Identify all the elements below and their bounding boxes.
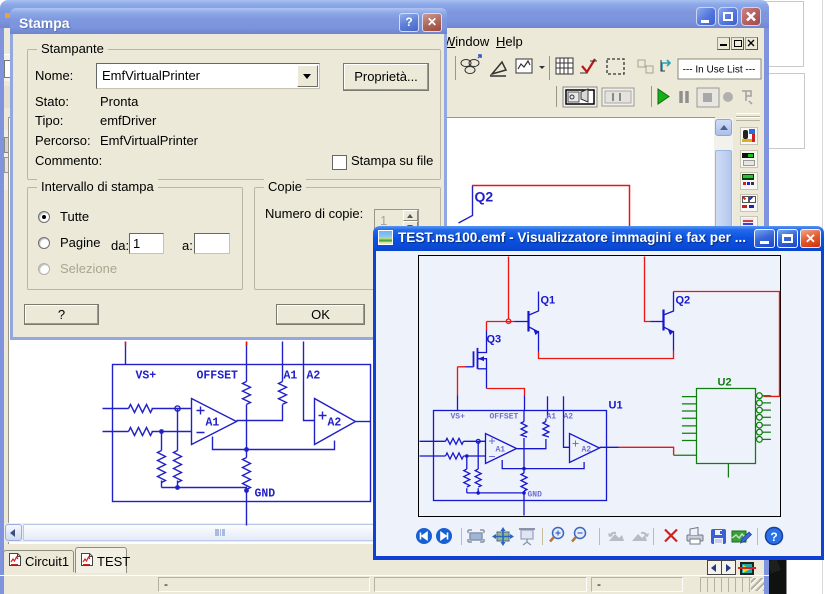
svg-text:GND: GND <box>255 488 276 501</box>
svg-text:?: ? <box>770 530 777 544</box>
svg-text:OFFSET: OFFSET <box>197 370 239 383</box>
svg-text:A2: A2 <box>328 417 342 430</box>
svg-text:A2: A2 <box>307 370 321 383</box>
svg-text:A1: A1 <box>206 417 220 430</box>
svg-text:Q2: Q2 <box>475 189 494 205</box>
svg-text:A1: A1 <box>284 370 298 383</box>
svg-text:VS+: VS+ <box>136 370 157 383</box>
